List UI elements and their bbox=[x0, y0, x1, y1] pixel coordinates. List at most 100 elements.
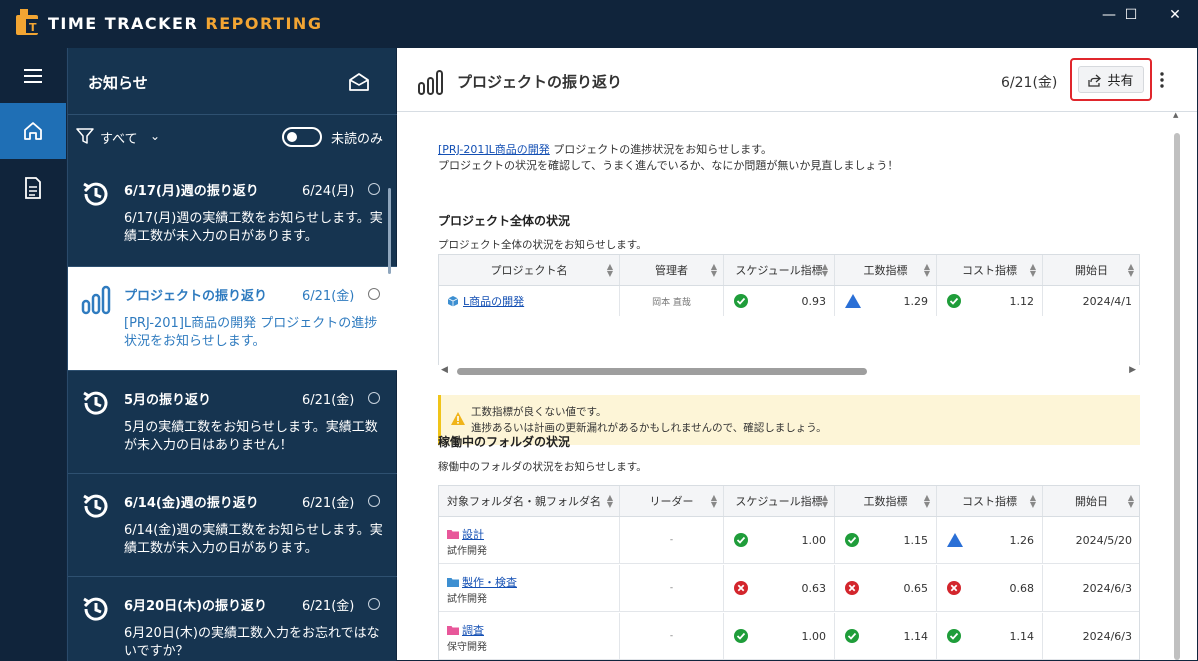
project-table: プロジェクト名 ▲ ▼ 管理者 ▲ ▼ スケジュール指標 ▲ ▼ 工数指標 ▲ ▼ コスト指標 ▲… bbox=[438, 254, 1140, 365]
folder-link[interactable]: 製作・検査 bbox=[462, 574, 517, 590]
read-status-dot[interactable] bbox=[368, 495, 380, 507]
notification-item[interactable]: 6月20日(木)の振り返り 6/21(金) 6月20日(木)の実績工数入力をお忘… bbox=[68, 577, 397, 661]
share-button[interactable]: 共有 bbox=[1078, 66, 1144, 93]
col-header-schedule[interactable]: スケジュール指標 ▲ ▼ bbox=[724, 255, 835, 285]
col-header-project[interactable]: プロジェクト名 ▲ ▼ bbox=[439, 255, 620, 285]
title-bar: T TIME TRACKER REPORTING — ☐ ✕ bbox=[0, 0, 1198, 48]
col-header-folder[interactable]: 対象フォルダ名・親フォルダ名 ▲ ▼ bbox=[439, 486, 620, 516]
cell-schedule: 0.93 bbox=[724, 286, 835, 316]
cell-schedule: 1.00 bbox=[724, 517, 835, 563]
read-status-dot[interactable] bbox=[368, 288, 380, 300]
col-header-manager[interactable]: 管理者 ▲ ▼ bbox=[620, 255, 724, 285]
notifications-title: お知らせ bbox=[88, 74, 148, 92]
notification-scrollbar[interactable] bbox=[388, 188, 391, 274]
cell-manager: 岡本 直哉 bbox=[620, 286, 724, 316]
scroll-right-icon[interactable]: ▶ bbox=[1129, 365, 1136, 375]
cell-start: 2024/4/1 bbox=[1043, 286, 1139, 316]
status-bad-icon bbox=[734, 581, 748, 595]
table-row: 設計 試作開発 - 1.00 1.15 1.26 2024/5/20 bbox=[439, 517, 1139, 564]
col-header-leader[interactable]: リーダー ▲ ▼ bbox=[620, 486, 724, 516]
mark-all-read-icon[interactable] bbox=[348, 72, 370, 92]
notification-body: 6/17(月)週の実績工数をお知らせします。実績工数が未入力の日があります。 bbox=[124, 211, 383, 244]
hamburger-icon bbox=[24, 69, 42, 83]
notification-item[interactable]: 6/14(金)週の振り返り 6/21(金) 6/14(金)週の実績工数をお知らせ… bbox=[68, 474, 397, 577]
col-header-effort[interactable]: 工数指標 ▲ ▼ bbox=[835, 486, 937, 516]
notifications-header: お知らせ bbox=[68, 48, 397, 114]
warning-icon bbox=[451, 412, 465, 425]
table-row: 調査 保守開発 - 1.00 1.14 1.14 2024/6/3 bbox=[439, 613, 1139, 660]
notification-item[interactable]: 5月の振り返り 6/21(金) 5月の実績工数をお知らせします。実績工数が未入力… bbox=[68, 371, 397, 474]
col-header-cost[interactable]: コスト指標 ▲ ▼ bbox=[937, 486, 1043, 516]
project-name-link[interactable]: L商品の開発 bbox=[463, 293, 524, 309]
maximize-button[interactable]: ☐ bbox=[1108, 0, 1154, 30]
status-bad-icon bbox=[845, 581, 859, 595]
notification-date: 6/24(月) bbox=[302, 184, 355, 199]
filter-icon[interactable] bbox=[76, 127, 94, 145]
history-icon bbox=[83, 391, 108, 415]
col-header-cost[interactable]: コスト指標 ▲ ▼ bbox=[937, 255, 1043, 285]
status-bad-icon bbox=[947, 581, 961, 595]
nav-home-button[interactable] bbox=[0, 103, 66, 159]
project-table-hscrollbar[interactable]: ◀ ▶ bbox=[438, 364, 1140, 378]
notification-date: 6/21(金) bbox=[302, 393, 355, 408]
col-header-schedule[interactable]: スケジュール指標 ▲ ▼ bbox=[724, 486, 835, 516]
close-button[interactable]: ✕ bbox=[1152, 0, 1198, 30]
scroll-left-icon[interactable]: ◀ bbox=[441, 365, 448, 375]
read-status-dot[interactable] bbox=[368, 183, 380, 195]
table-row: 製作・検査 試作開発 - 0.63 0.65 0.68 2024/6/3 bbox=[439, 565, 1139, 612]
project-cube-icon bbox=[447, 296, 459, 307]
report-scroll-thumb[interactable] bbox=[1174, 133, 1180, 660]
unread-only-toggle[interactable] bbox=[282, 127, 322, 147]
notification-item-selected[interactable]: プロジェクトの振り返り 6/21(金) [PRJ-201]L商品の開発 プロジェ… bbox=[68, 267, 397, 371]
history-icon bbox=[83, 182, 108, 206]
read-status-dot[interactable] bbox=[368, 598, 380, 610]
home-icon bbox=[24, 122, 42, 140]
cell-cost: 0.68 bbox=[937, 565, 1043, 611]
nav-document-button[interactable] bbox=[0, 160, 66, 216]
scroll-up-icon[interactable]: ▲ bbox=[1173, 111, 1178, 119]
col-header-start[interactable]: 開始日 ▲ ▼ bbox=[1043, 255, 1139, 285]
col-header-start[interactable]: 開始日 ▲ ▼ bbox=[1043, 486, 1139, 516]
col-header-effort[interactable]: 工数指標 ▲ ▼ bbox=[835, 255, 937, 285]
nav-rail bbox=[0, 48, 66, 661]
table-header-row: プロジェクト名 ▲ ▼ 管理者 ▲ ▼ スケジュール指標 ▲ ▼ 工数指標 ▲ ▼ コスト指標 ▲… bbox=[439, 255, 1139, 286]
notification-body: 6月20日(木)の実績工数入力をお忘れではないですか？ bbox=[124, 626, 380, 659]
notification-title: 6/17(月)週の振り返り bbox=[124, 184, 259, 199]
cell-cost: 1.26 bbox=[937, 517, 1043, 563]
app-title: TIME TRACKER REPORTING bbox=[48, 14, 323, 33]
share-icon bbox=[1088, 74, 1102, 87]
notification-item[interactable]: 6/17(月)週の振り返り 6/24(月) 6/17(月)週の実績工数をお知らせ… bbox=[68, 162, 397, 267]
chevron-down-icon[interactable]: ⌄ bbox=[150, 129, 160, 143]
notification-body: 5月の実績工数をお知らせします。実績工数が未入力の日はありません！ bbox=[124, 420, 378, 453]
notification-title: 6月20日(木)の振り返り bbox=[124, 599, 268, 614]
notifications-panel: お知らせ すべて ⌄ 未読のみ 6/17(月)週の振り返り 6/24(月) 6/… bbox=[67, 48, 397, 661]
notification-date: 6/21(金) bbox=[302, 599, 355, 614]
cell-start: 2024/5/20 bbox=[1043, 517, 1139, 563]
cell-project: L商品の開発 bbox=[439, 286, 620, 316]
project-link[interactable]: [PRJ-201]L商品の開発 bbox=[438, 143, 550, 156]
status-good-icon bbox=[845, 533, 859, 547]
folder-icon bbox=[447, 578, 459, 587]
cell-leader: - bbox=[620, 565, 724, 611]
notification-body: [PRJ-201]L商品の開発 プロジェクトの進捗状況をお知らせします。 bbox=[124, 316, 378, 349]
read-status-dot[interactable] bbox=[368, 392, 380, 404]
folder-link[interactable]: 設計 bbox=[462, 526, 484, 542]
notification-title: プロジェクトの振り返り bbox=[124, 289, 268, 304]
notification-date: 6/21(金) bbox=[302, 289, 355, 304]
folder-link[interactable]: 調査 bbox=[462, 622, 484, 638]
status-caution-icon bbox=[845, 294, 861, 308]
cell-folder: 設計 試作開発 bbox=[439, 517, 620, 563]
parent-folder: 試作開発 bbox=[447, 546, 487, 557]
cell-leader: - bbox=[620, 517, 724, 563]
cell-cost: 1.12 bbox=[937, 286, 1043, 316]
filter-select[interactable]: すべて bbox=[100, 128, 138, 147]
cell-schedule: 0.63 bbox=[724, 565, 835, 611]
status-caution-icon bbox=[947, 533, 963, 547]
share-label: 共有 bbox=[1107, 74, 1134, 89]
cell-effort: 0.65 bbox=[835, 565, 937, 611]
status-good-icon bbox=[734, 629, 748, 643]
more-options-icon[interactable] bbox=[1157, 70, 1167, 90]
hscroll-thumb[interactable] bbox=[457, 368, 867, 375]
menu-button[interactable] bbox=[0, 48, 66, 104]
cell-leader: - bbox=[620, 613, 724, 659]
